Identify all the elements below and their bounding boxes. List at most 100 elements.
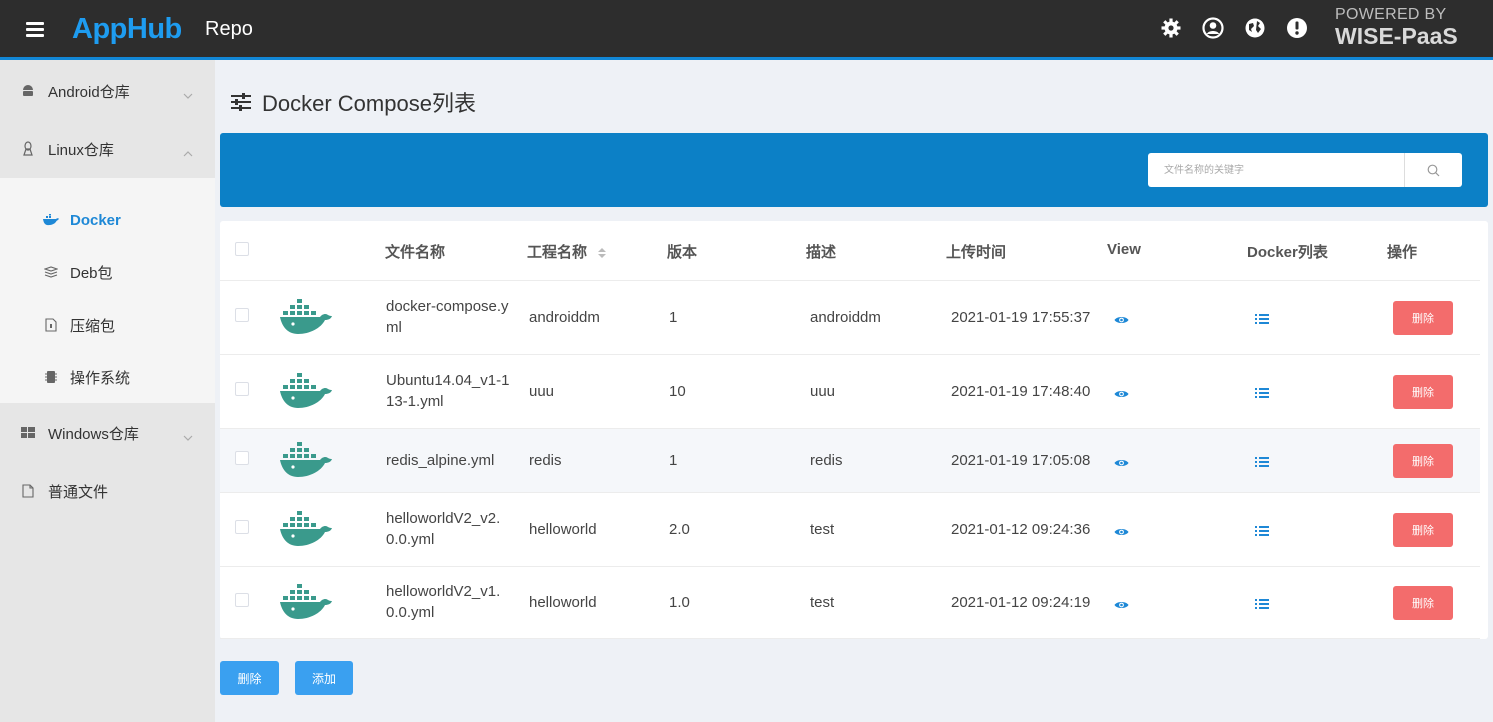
column-header-version: 版本 (667, 244, 698, 261)
top-bar: AppHub Repo POWERED BY WISE-PaaS (0, 0, 1493, 60)
column-header-docker-list: Docker列表 (1247, 244, 1328, 261)
cell-version: 10 (669, 383, 686, 400)
docker-whale-icon (280, 584, 332, 625)
archive-icon (42, 318, 60, 332)
file-icon (20, 484, 36, 498)
delete-row-button[interactable]: 删除 (1393, 375, 1453, 409)
row-checkbox[interactable] (235, 382, 249, 396)
page-title-text: Docker Compose列表 (262, 91, 476, 116)
sidebar-item-linux[interactable]: Linux仓库 (0, 120, 215, 178)
cell-upload-time: 2021-01-12 09:24:36 (951, 521, 1091, 538)
sidebar-subitem-docker[interactable]: Docker (0, 194, 215, 246)
chevron-down-icon (183, 86, 193, 103)
view-eye-icon[interactable] (1114, 312, 1129, 330)
search-button[interactable] (1404, 153, 1462, 187)
sliders-icon (230, 93, 252, 111)
cell-filename: Ubuntu14.04_v1-1 13-1.yml (386, 372, 510, 410)
view-eye-icon[interactable] (1114, 455, 1129, 473)
bulk-delete-button[interactable]: 删除 (220, 661, 279, 695)
cell-filename: helloworldV2_v2. 0.0.yml (386, 510, 501, 548)
top-icons (1160, 17, 1308, 39)
cell-project: helloworld (529, 594, 597, 611)
delete-row-button[interactable]: 删除 (1393, 301, 1453, 335)
table-row: helloworldV2_v2. 0.0.yml helloworld 2.0 test… (220, 493, 1480, 567)
android-icon (20, 84, 36, 98)
docker-whale-icon (280, 299, 332, 340)
sidebar-subitem-label: Deb包 (70, 264, 113, 282)
docker-list-icon[interactable] (1255, 524, 1269, 542)
docker-list-icon[interactable] (1255, 312, 1269, 330)
column-header-project[interactable]: 工程名称 (527, 241, 607, 262)
view-eye-icon[interactable] (1114, 524, 1129, 542)
delete-row-button[interactable]: 删除 (1393, 513, 1453, 547)
compose-table: 文件名称 工程名称 版本 描述 上传时间 View Docker列表 操作 do… (220, 221, 1488, 639)
add-button[interactable]: 添加 (295, 661, 353, 695)
cell-desc: redis (810, 452, 843, 469)
row-checkbox[interactable] (235, 308, 249, 322)
sidebar-item-files[interactable]: 普通文件 (0, 462, 215, 520)
cell-upload-time: 2021-01-12 09:24:19 (951, 594, 1091, 611)
sort-icon (598, 248, 607, 259)
table-row: helloworldV2_v1. 0.0.yml helloworld 1.0 test… (220, 567, 1480, 639)
page-title: Docker Compose列表 (230, 86, 476, 118)
sidebar: Android仓库 Linux仓库 Docker Deb包 压缩包 操作系统 W… (0, 60, 215, 722)
globe-icon[interactable] (1244, 17, 1266, 39)
windows-icon (20, 427, 36, 439)
docker-list-icon[interactable] (1255, 597, 1269, 615)
app-logo[interactable]: AppHub (72, 13, 182, 46)
column-header-action: 操作 (1387, 244, 1418, 261)
docker-whale-icon (280, 511, 332, 552)
view-eye-icon[interactable] (1114, 386, 1129, 404)
chip-icon (42, 370, 60, 384)
cell-filename: redis_alpine.yml (386, 452, 495, 469)
linux-icon (20, 141, 36, 157)
sidebar-item-windows[interactable]: Windows仓库 (0, 404, 215, 462)
sidebar-subitem-label: 压缩包 (70, 317, 116, 335)
cell-desc: test (810, 521, 835, 538)
cell-filename: docker-compose.y ml (386, 298, 509, 336)
docker-whale-icon (280, 373, 332, 414)
docker-whale-icon (280, 442, 332, 483)
sidebar-subitem-archive[interactable]: 压缩包 (0, 299, 215, 351)
table-row: redis_alpine.yml redis 1 redis 2021-01-19 17… (220, 429, 1480, 493)
docker-icon (42, 214, 60, 226)
table-row: docker-compose.y ml androiddm 1 androiddm 202… (220, 281, 1480, 355)
sidebar-item-android[interactable]: Android仓库 (0, 62, 215, 120)
cell-desc: test (810, 594, 835, 611)
column-header-view: View (1107, 241, 1141, 258)
sidebar-item-label: Linux仓库 (48, 141, 114, 159)
cell-project: uuu (529, 383, 555, 400)
sidebar-subitem-label: 操作系统 (70, 369, 131, 387)
row-checkbox[interactable] (235, 520, 249, 534)
delete-row-button[interactable]: 删除 (1393, 444, 1453, 478)
search-box (1148, 153, 1462, 187)
cell-project: androiddm (529, 309, 600, 326)
cell-project: redis (529, 452, 562, 469)
user-icon[interactable] (1202, 17, 1224, 39)
search-input[interactable] (1148, 153, 1404, 187)
powered-by-logo: POWERED BY WISE-PaaS (1335, 6, 1458, 49)
alert-icon[interactable] (1286, 17, 1308, 39)
view-eye-icon[interactable] (1114, 597, 1129, 615)
table-header: 文件名称 工程名称 版本 描述 上传时间 View Docker列表 操作 (220, 221, 1480, 281)
row-checkbox[interactable] (235, 451, 249, 465)
delete-row-button[interactable]: 删除 (1393, 586, 1453, 620)
sidebar-item-label: Windows仓库 (48, 425, 139, 443)
menu-icon[interactable] (26, 22, 44, 37)
docker-list-icon[interactable] (1255, 386, 1269, 404)
cell-version: 2.0 (669, 521, 690, 538)
column-header-desc: 描述 (806, 244, 837, 261)
gear-icon[interactable] (1160, 17, 1182, 39)
sidebar-subitem-os[interactable]: 操作系统 (0, 351, 215, 403)
row-checkbox[interactable] (235, 593, 249, 607)
sidebar-subitem-deb[interactable]: Deb包 (0, 246, 215, 298)
cell-version: 1.0 (669, 594, 690, 611)
column-header-file: 文件名称 (385, 244, 446, 261)
box-icon (42, 266, 60, 278)
select-all-checkbox[interactable] (235, 242, 249, 256)
chevron-down-icon (183, 428, 193, 445)
docker-list-icon[interactable] (1255, 455, 1269, 473)
linux-submenu: Docker Deb包 压缩包 操作系统 (0, 178, 215, 403)
search-icon (1427, 164, 1440, 176)
cell-version: 1 (669, 452, 678, 469)
